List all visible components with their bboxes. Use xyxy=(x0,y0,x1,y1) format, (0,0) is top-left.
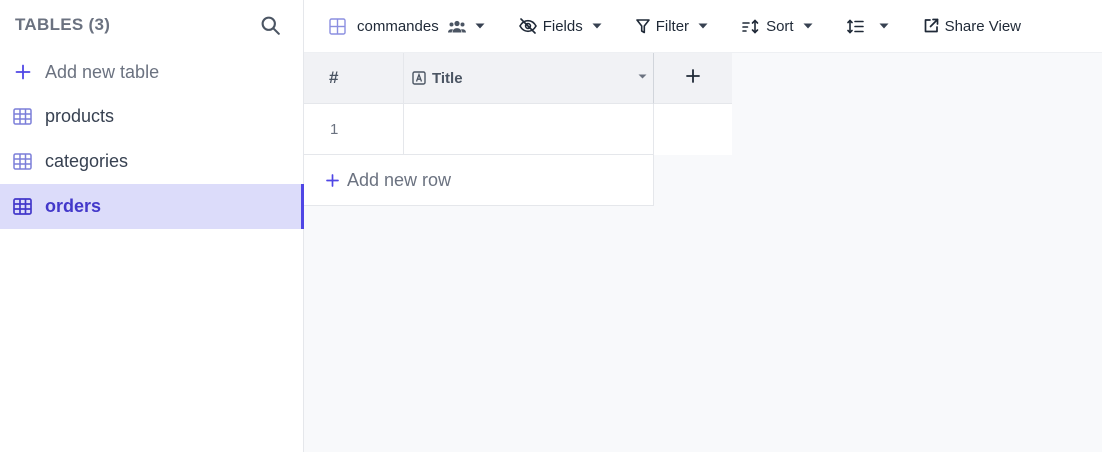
search-icon[interactable] xyxy=(259,14,281,36)
people-icon xyxy=(447,20,466,33)
sidebar-item-categories[interactable]: categories xyxy=(0,139,303,184)
eye-off-icon xyxy=(518,18,537,34)
add-new-table-label: Add new table xyxy=(45,61,160,82)
row-number-header: # xyxy=(304,53,404,104)
toolbar: commandes Fields Filter Sort Share View xyxy=(304,0,1102,53)
sort-icon xyxy=(742,18,760,34)
filter-button[interactable]: Filter xyxy=(635,11,708,41)
chevron-down-icon xyxy=(803,23,813,29)
row-height-button[interactable] xyxy=(846,11,889,41)
grid-header-row: # Title xyxy=(304,53,732,104)
row-height-icon xyxy=(846,18,864,34)
chevron-down-icon xyxy=(475,23,485,29)
text-type-icon xyxy=(412,71,426,85)
plus-icon xyxy=(686,68,700,88)
sidebar-item-orders[interactable]: orders xyxy=(0,184,304,229)
column-title-label: Title xyxy=(432,69,463,87)
table-icon xyxy=(13,108,32,125)
chevron-down-icon xyxy=(698,23,708,29)
main-area: commandes Fields Filter Sort Share View … xyxy=(304,0,1102,452)
plus-icon xyxy=(326,173,339,187)
sidebar-item-label: orders xyxy=(45,196,102,216)
add-row-container: Add new row xyxy=(304,155,732,206)
sidebar-item-label: products xyxy=(45,106,115,126)
tables-heading: TABLES (3) xyxy=(15,15,111,34)
add-new-row-button[interactable]: Add new row xyxy=(304,155,654,206)
fields-label: Fields xyxy=(542,17,583,35)
sidebar-header: TABLES (3) xyxy=(0,0,303,50)
external-link-icon xyxy=(923,18,939,34)
add-column-button[interactable] xyxy=(654,53,732,104)
table-icon xyxy=(13,153,32,170)
table-icon xyxy=(13,198,32,215)
data-grid: # Title 1 Add new row xyxy=(304,53,732,206)
app: TABLES (3) Add new table products catego… xyxy=(0,0,1102,452)
sidebar-item-label: categories xyxy=(45,151,129,171)
column-header-title[interactable]: Title xyxy=(404,53,654,104)
grid-view-icon xyxy=(329,17,346,35)
sidebar: TABLES (3) Add new table products catego… xyxy=(0,0,304,452)
title-cell[interactable] xyxy=(404,104,654,155)
add-new-row-label: Add new row xyxy=(347,169,452,190)
add-new-table-button[interactable]: Add new table xyxy=(0,50,303,94)
chevron-down-icon[interactable] xyxy=(638,74,647,79)
filter-icon xyxy=(635,18,650,34)
filter-label: Filter xyxy=(655,17,690,35)
plus-icon xyxy=(14,64,32,80)
sort-button[interactable]: Sort xyxy=(742,11,813,41)
share-view-button[interactable]: Share View xyxy=(923,11,1021,41)
chevron-down-icon xyxy=(879,23,889,29)
table-row: 1 xyxy=(304,104,732,155)
chevron-down-icon xyxy=(592,23,602,29)
row-number: 1 xyxy=(304,104,404,155)
view-name: commandes xyxy=(357,17,439,35)
empty-cell xyxy=(654,104,732,155)
sidebar-item-products[interactable]: products xyxy=(0,94,303,139)
view-selector-button[interactable]: commandes xyxy=(329,11,485,41)
share-view-label: Share View xyxy=(944,17,1022,35)
fields-button[interactable]: Fields xyxy=(518,11,602,41)
sort-label: Sort xyxy=(766,17,794,35)
